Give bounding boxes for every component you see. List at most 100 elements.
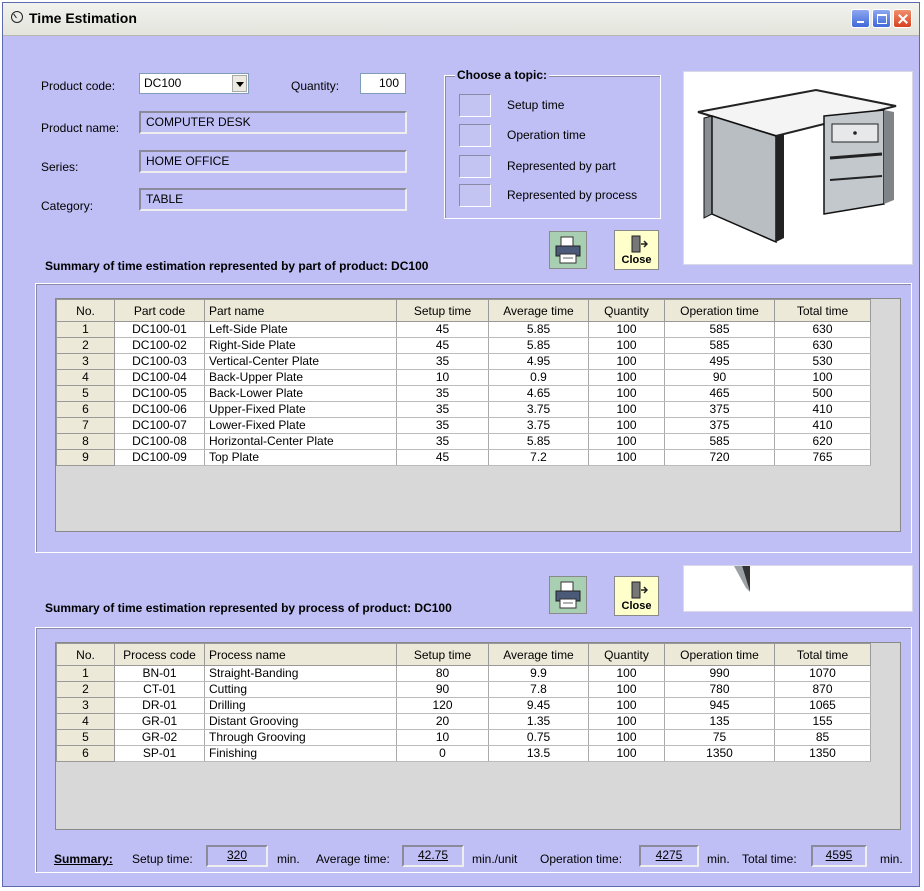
table-row[interactable]: 5 DC100-05 Back-Lower Plate 35 4.65 100 465 500: [56, 385, 871, 402]
table-cell: 80: [396, 665, 489, 682]
title-bar[interactable]: Time Estimation: [3, 3, 919, 36]
table-cell: 7.2: [488, 449, 589, 466]
table-cell: Back-Lower Plate: [204, 385, 397, 402]
table-row[interactable]: 3 DC100-03 Vertical-Center Plate 35 4.95 100 4…: [56, 353, 871, 370]
table-cell: 5.85: [488, 337, 589, 354]
parts-col-header[interactable]: Quantity: [588, 299, 665, 322]
table-cell: 100: [588, 433, 665, 450]
table-cell: 585: [664, 337, 775, 354]
row-number-cell: 9: [56, 449, 115, 466]
table-cell: 100: [588, 321, 665, 338]
parts-col-header[interactable]: No.: [56, 299, 115, 322]
table-cell: SP-01: [114, 745, 205, 762]
table-row[interactable]: 4 DC100-04 Back-Upper Plate 10 0.9 100 90 100: [56, 369, 871, 386]
parts-panel: No. Part code Part name Setup time Average t…: [35, 283, 912, 553]
topic-operation-checkbox[interactable]: [459, 124, 491, 147]
table-cell: 945: [664, 697, 775, 714]
door-exit-icon: [631, 581, 648, 599]
time-estimation-window: Time Estimation Product code: DC100 Quan…: [2, 2, 920, 887]
processes-col-header[interactable]: Average time: [488, 643, 589, 666]
process-header-row: No. Process code Process name Setup time Ave…: [56, 643, 871, 666]
processes-col-header[interactable]: Quantity: [588, 643, 665, 666]
table-cell: DC100-06: [114, 401, 205, 418]
parts-col-header[interactable]: Setup time: [396, 299, 489, 322]
table-row[interactable]: 7 DC100-07 Lower-Fixed Plate 35 3.75 100 375 41…: [56, 417, 871, 434]
setup-time-value: 320: [206, 845, 268, 867]
table-cell: 375: [664, 401, 775, 418]
parts-col-header[interactable]: Operation time: [664, 299, 775, 322]
table-cell: Distant Grooving: [204, 713, 397, 730]
table-cell: DC100-02: [114, 337, 205, 354]
table-cell: 630: [774, 321, 871, 338]
product-code-select[interactable]: DC100: [139, 73, 249, 94]
row-number-cell: 1: [56, 321, 115, 338]
table-row[interactable]: 6 DC100-06 Upper-Fixed Plate 35 3.75 100 375 41…: [56, 401, 871, 418]
table-row[interactable]: 1 BN-01 Straight-Banding 80 9.9 100 990 1070: [56, 665, 871, 682]
table-cell: DC100-07: [114, 417, 205, 434]
processes-col-header[interactable]: Process name: [204, 643, 397, 666]
operation-time-label: Operation time:: [540, 852, 623, 866]
table-cell: 100: [588, 665, 665, 682]
table-cell: 1070: [774, 665, 871, 682]
topic-title: Choose a topic:: [455, 68, 550, 82]
table-cell: 5.85: [488, 433, 589, 450]
average-time-value: 42.75: [402, 845, 464, 867]
row-number-cell: 5: [56, 385, 115, 402]
parts-col-header[interactable]: Total time: [774, 299, 871, 322]
table-cell: 720: [664, 449, 775, 466]
table-cell: DC100-01: [114, 321, 205, 338]
chevron-down-icon[interactable]: [232, 75, 247, 92]
table-row[interactable]: 2 DC100-02 Right-Side Plate 45 5.85 100 585 630: [56, 337, 871, 354]
process-grid[interactable]: No. Process code Process name Setup time Ave…: [55, 642, 901, 830]
table-cell: 0.9: [488, 369, 589, 386]
product-image: [683, 71, 913, 265]
table-row[interactable]: 9 DC100-09 Top Plate 45 7.2 100 720 765: [56, 449, 871, 466]
processes-col-header[interactable]: Setup time: [396, 643, 489, 666]
processes-col-header[interactable]: No.: [56, 643, 115, 666]
table-row[interactable]: 6 SP-01 Finishing 0 13.5 100 1350 1350: [56, 745, 871, 762]
print-process-button[interactable]: [549, 576, 587, 614]
processes-col-header[interactable]: Total time: [774, 643, 871, 666]
table-cell: 100: [588, 713, 665, 730]
topic-part-checkbox[interactable]: [459, 155, 491, 178]
table-cell: 495: [664, 353, 775, 370]
close-process-button[interactable]: Close: [614, 576, 659, 616]
processes-col-header[interactable]: Process code: [114, 643, 205, 666]
topic-process-checkbox[interactable]: [459, 184, 491, 207]
table-cell: 7.8: [488, 681, 589, 698]
quantity-input[interactable]: 100: [360, 73, 406, 94]
table-row[interactable]: 8 DC100-08 Horizontal-Center Plate 35 5.85 10…: [56, 433, 871, 450]
printer-icon: [555, 236, 581, 264]
parts-col-header[interactable]: Part code: [114, 299, 205, 322]
table-row[interactable]: 3 DR-01 Drilling 120 9.45 100 945 1065: [56, 697, 871, 714]
table-cell: 100: [588, 745, 665, 762]
table-row[interactable]: 2 CT-01 Cutting 90 7.8 100 780 870: [56, 681, 871, 698]
close-parts-button[interactable]: Close: [614, 230, 659, 270]
table-cell: 35: [396, 385, 489, 402]
table-cell: 35: [396, 353, 489, 370]
topic-setup-checkbox[interactable]: [459, 94, 491, 117]
table-cell: GR-02: [114, 729, 205, 746]
table-row[interactable]: 4 GR-01 Distant Grooving 20 1.35 100 135 155: [56, 713, 871, 730]
product-code-label: Product code:: [41, 79, 116, 93]
table-cell: Vertical-Center Plate: [204, 353, 397, 370]
table-cell: Straight-Banding: [204, 665, 397, 682]
summary-label: Summary:: [54, 852, 113, 866]
table-row[interactable]: 1 DC100-01 Left-Side Plate 45 5.85 100 585 630: [56, 321, 871, 338]
row-number-cell: 6: [56, 745, 115, 762]
table-cell: 4.95: [488, 353, 589, 370]
close-parts-label: Close: [621, 254, 652, 266]
processes-col-header[interactable]: Operation time: [664, 643, 775, 666]
close-window-button[interactable]: [893, 9, 912, 28]
parts-col-header[interactable]: Average time: [488, 299, 589, 322]
topic-setup-label: Setup time: [507, 98, 565, 112]
table-cell: 35: [396, 433, 489, 450]
parts-grid[interactable]: No. Part code Part name Setup time Average t…: [55, 298, 901, 532]
clock-icon: [11, 11, 23, 23]
desk-leg-fragment: [734, 566, 750, 592]
print-parts-button[interactable]: [549, 231, 587, 269]
parts-col-header[interactable]: Part name: [204, 299, 397, 322]
maximize-button[interactable]: [872, 9, 891, 28]
table-row[interactable]: 5 GR-02 Through Grooving 10 0.75 100 75 85: [56, 729, 871, 746]
minimize-button[interactable]: [851, 9, 870, 28]
